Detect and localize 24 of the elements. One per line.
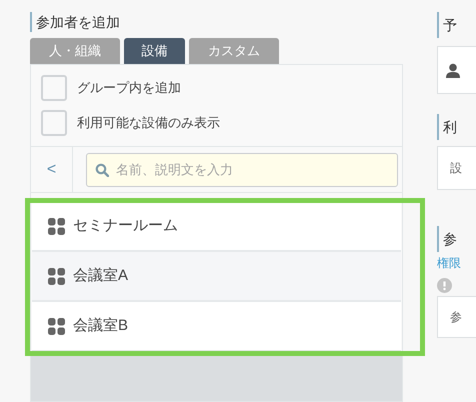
tab[interactable]: 設備 (124, 38, 185, 64)
checkbox-label: グループ内を追加 (77, 79, 181, 98)
search-icon (95, 162, 109, 176)
section-heading: 参加者を追加 (36, 12, 120, 32)
section-heading: 利 (442, 118, 457, 136)
section-heading: 予 (442, 16, 457, 34)
input-field[interactable] (436, 46, 476, 94)
input-field[interactable]: 参 (436, 296, 476, 338)
grid-icon (48, 268, 65, 284)
checkbox-label: 利用可能な設備のみ表示 (77, 114, 220, 132)
list-item[interactable]: セミナールーム (32, 202, 401, 252)
list-item[interactable]: 会議室A (32, 252, 401, 302)
back-button[interactable]: < (31, 146, 73, 192)
grid-icon (48, 318, 65, 334)
permission-link[interactable]: 権限 (436, 254, 476, 272)
checkbox[interactable] (41, 75, 67, 101)
exclamation-icon (436, 278, 452, 293)
person-icon (446, 62, 460, 78)
search-field[interactable]: 名前、説明文を入力 (86, 152, 398, 186)
list-item[interactable]: 会議室B (32, 302, 401, 352)
checkbox[interactable] (41, 110, 67, 136)
section-heading: 参 (442, 230, 457, 248)
grid-icon (48, 218, 65, 234)
input-field[interactable]: 設 (436, 146, 476, 190)
